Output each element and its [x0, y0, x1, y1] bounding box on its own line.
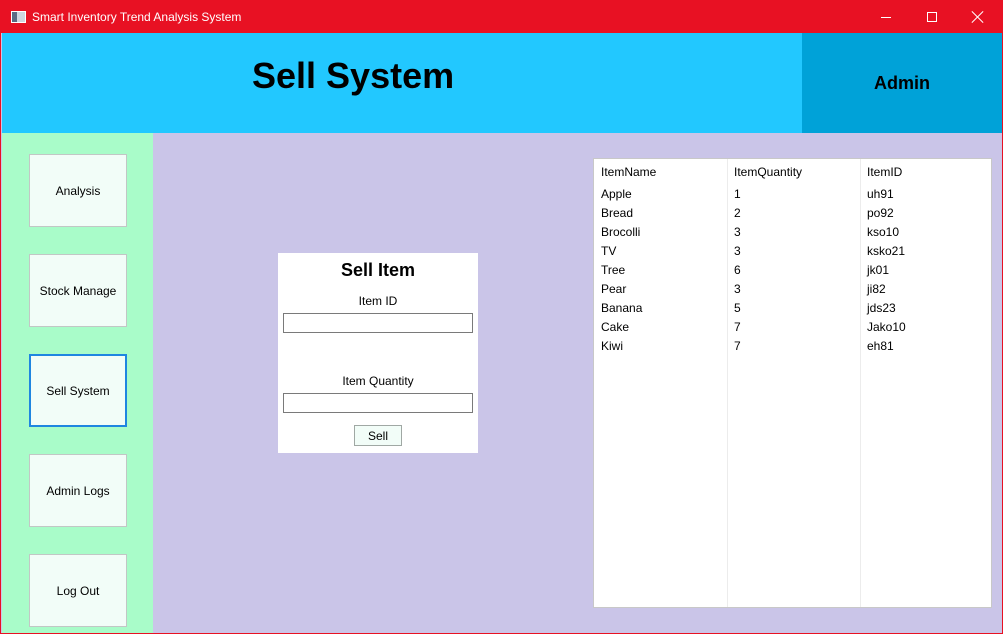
table-cell-item-id[interactable]: Jako10: [867, 320, 906, 334]
table-cell-item-name[interactable]: Banana: [601, 301, 642, 315]
sidebar: Analysis Stock Manage Sell System Admin …: [2, 133, 153, 633]
maximize-button[interactable]: [909, 1, 955, 33]
table-cell-item-name[interactable]: TV: [601, 244, 616, 258]
table-cell-item-id[interactable]: eh81: [867, 339, 894, 353]
item-id-field[interactable]: [283, 313, 473, 333]
sidebar-item-analysis[interactable]: Analysis: [29, 154, 127, 227]
table-cell-item-quantity[interactable]: 7: [734, 320, 741, 334]
table-cell-item-name[interactable]: Apple: [601, 187, 632, 201]
item-quantity-field[interactable]: [283, 393, 473, 413]
sell-button[interactable]: Sell: [354, 425, 402, 446]
table-cell-item-id[interactable]: po92: [867, 206, 894, 220]
column-header-item-id[interactable]: ItemID: [867, 165, 902, 179]
close-icon: [972, 11, 984, 23]
window-title: Smart Inventory Trend Analysis System: [32, 10, 242, 24]
minimize-icon: [881, 16, 891, 18]
column-divider: [727, 159, 728, 607]
sidebar-item-admin-logs[interactable]: Admin Logs: [29, 454, 127, 527]
page-header: Sell System: [2, 33, 802, 133]
sidebar-item-sell-system[interactable]: Sell System: [29, 354, 127, 427]
inventory-table[interactable]: ItemName ItemQuantity ItemID Apple 1 uh91 Brea…: [593, 158, 992, 608]
user-role-label: Admin: [874, 72, 930, 93]
sell-item-title: Sell Item: [340, 260, 416, 280]
sidebar-item-stock-manage[interactable]: Stock Manage: [29, 254, 127, 327]
item-id-label: Item ID: [358, 294, 398, 308]
table-cell-item-name[interactable]: Brocolli: [601, 225, 640, 239]
table-cell-item-id[interactable]: uh91: [867, 187, 894, 201]
table-cell-item-id[interactable]: ji82: [867, 282, 886, 296]
column-divider: [860, 159, 861, 607]
table-cell-item-name[interactable]: Cake: [601, 320, 629, 334]
sidebar-item-log-out[interactable]: Log Out: [29, 554, 127, 627]
page-title: Sell System: [252, 55, 455, 96]
table-cell-item-quantity[interactable]: 3: [734, 225, 741, 239]
app-window-icon: [11, 11, 26, 23]
table-cell-item-quantity[interactable]: 3: [734, 282, 741, 296]
table-cell-item-quantity[interactable]: 6: [734, 263, 741, 277]
close-button[interactable]: [955, 1, 1001, 33]
table-cell-item-quantity[interactable]: 1: [734, 187, 741, 201]
column-header-item-name[interactable]: ItemName: [601, 165, 656, 179]
table-cell-item-name[interactable]: Kiwi: [601, 339, 623, 353]
maximize-icon: [927, 12, 937, 22]
table-cell-item-quantity[interactable]: 5: [734, 301, 741, 315]
minimize-button[interactable]: [863, 1, 909, 33]
sell-item-panel: Sell Item Item ID Item Quantity Sell: [278, 253, 478, 453]
item-quantity-label: Item Quantity: [342, 374, 414, 388]
table-cell-item-name[interactable]: Bread: [601, 206, 633, 220]
table-cell-item-quantity[interactable]: 2: [734, 206, 741, 220]
table-cell-item-name[interactable]: Tree: [601, 263, 625, 277]
table-cell-item-id[interactable]: kso10: [867, 225, 899, 239]
column-header-item-quantity[interactable]: ItemQuantity: [734, 165, 802, 179]
table-cell-item-quantity[interactable]: 3: [734, 244, 741, 258]
table-cell-item-name[interactable]: Pear: [601, 282, 626, 296]
table-cell-item-id[interactable]: jds23: [867, 301, 896, 315]
admin-panel: Admin: [802, 33, 1002, 133]
table-cell-item-id[interactable]: ksko21: [867, 244, 905, 258]
title-bar[interactable]: Smart Inventory Trend Analysis System: [1, 1, 1002, 33]
app-window: Smart Inventory Trend Analysis System Se…: [0, 0, 1003, 634]
table-cell-item-quantity[interactable]: 7: [734, 339, 741, 353]
table-cell-item-id[interactable]: jk01: [867, 263, 889, 277]
